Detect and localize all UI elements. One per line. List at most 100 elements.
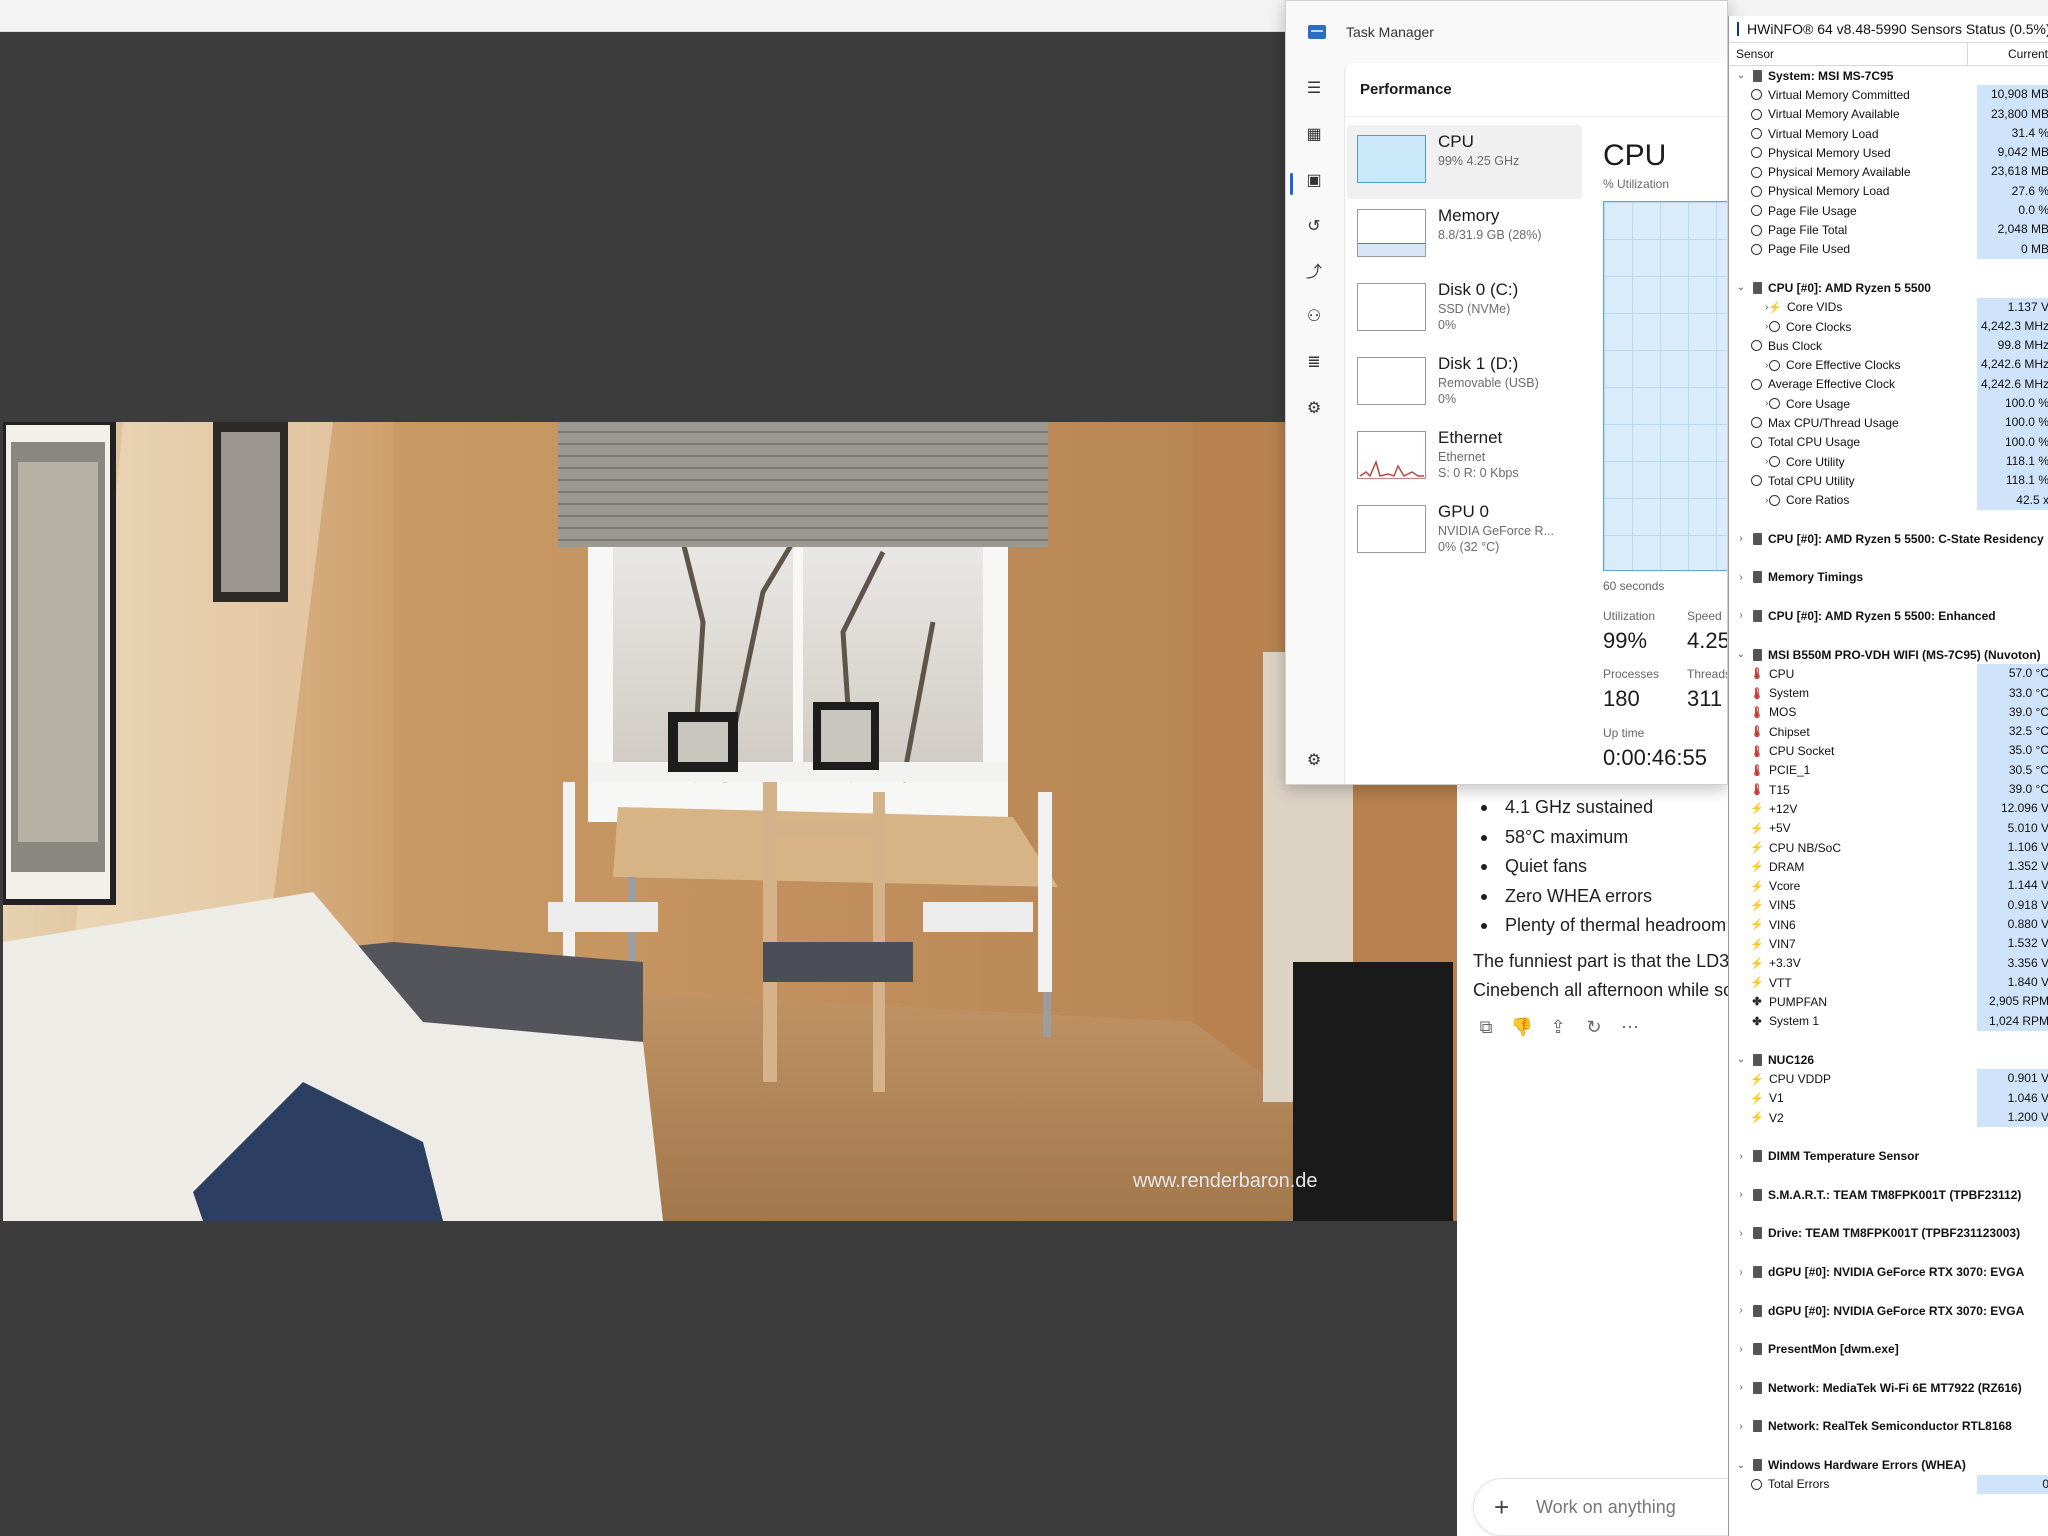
expand-chevron-icon[interactable]: › bbox=[1735, 1421, 1747, 1432]
sensor-row[interactable]: 🌡 CPU Socket 35.0 °C bbox=[1729, 741, 2048, 761]
expand-chevron-icon[interactable]: › bbox=[1735, 1305, 1747, 1316]
device-item-ethernet[interactable]: Ethernet Ethernet S: 0 R: 0 Kbps bbox=[1347, 421, 1582, 495]
sensor-row[interactable]: 🌡 System 33.0 °C bbox=[1729, 683, 2048, 703]
expand-chevron-icon[interactable]: › bbox=[1735, 1189, 1747, 1200]
expand-chevron-icon[interactable]: › bbox=[1735, 1228, 1747, 1239]
expand-chevron-icon[interactable]: › bbox=[1735, 1267, 1747, 1278]
sensor-row[interactable]: › Core Effective Clocks 4,242.6 MHz bbox=[1729, 355, 2048, 375]
sensor-row[interactable]: Virtual Memory Available 23,800 MB bbox=[1729, 104, 2048, 124]
sensor-row[interactable]: 🌡 MOS 39.0 °C bbox=[1729, 702, 2048, 723]
hwinfo-titlebar[interactable]: HWiNFO® 64 v8.48-5990 Sensors Status (0.… bbox=[1729, 16, 2048, 42]
sensor-list[interactable]: ⌄ System: MSI MS-7C95 Virtual Memory Commi… bbox=[1729, 66, 2048, 1494]
sensor-group[interactable]: › Network: MediaTek Wi-Fi 6E MT7922 (RZ61… bbox=[1729, 1378, 2048, 1397]
expand-chevron-icon[interactable]: › bbox=[1735, 1151, 1747, 1162]
sensor-row[interactable]: 🌡 T15 39.0 °C bbox=[1729, 779, 2048, 800]
sensor-row[interactable]: Total Errors0 bbox=[1729, 1474, 2048, 1494]
sensor-row[interactable]: Page File Total 2,048 MB bbox=[1729, 220, 2048, 240]
expand-chevron-icon[interactable]: › bbox=[1735, 1382, 1747, 1393]
expand-chevron-icon[interactable]: › bbox=[1747, 302, 1768, 313]
expand-chevron-icon[interactable]: › bbox=[1747, 360, 1768, 371]
collapse-chevron-icon[interactable]: ⌄ bbox=[1735, 282, 1747, 293]
sensor-group[interactable]: › CPU [#0]: AMD Ryzen 5 5500: C-State Res… bbox=[1729, 529, 2048, 548]
sensor-row[interactable]: Physical Memory Available 23,618 MB bbox=[1729, 162, 2048, 182]
device-item-disk1[interactable]: Disk 1 (D:) Removable (USB) 0% bbox=[1347, 347, 1582, 421]
sensor-group[interactable]: ⌄ CPU [#0]: AMD Ryzen 5 5500 bbox=[1729, 278, 2048, 297]
sensor-group[interactable]: › Network: RealTek Semiconductor RTL8168 bbox=[1729, 1417, 2048, 1436]
sensor-row[interactable]: Physical Memory Used 9,042 MB bbox=[1729, 143, 2048, 163]
thumbs-icon[interactable]: 👎 bbox=[1511, 1017, 1533, 1039]
sensor-group[interactable]: ⌄ System: MSI MS-7C95 bbox=[1729, 66, 2048, 85]
regenerate-icon[interactable]: ↻ bbox=[1583, 1017, 1605, 1039]
expand-chevron-icon[interactable]: › bbox=[1747, 321, 1768, 332]
processes-icon[interactable]: ▦ bbox=[1303, 123, 1325, 145]
performance-icon[interactable]: ▣ bbox=[1303, 169, 1325, 191]
sensor-row[interactable]: › Core Ratios 42.5 x bbox=[1729, 490, 2048, 510]
sensor-row[interactable]: ✤ System 1 1,024 RPM bbox=[1729, 1011, 2048, 1031]
sensor-row[interactable]: Total CPU Usage 100.0 % bbox=[1729, 432, 2048, 452]
collapse-chevron-icon[interactable]: ⌄ bbox=[1735, 1054, 1747, 1065]
copy-icon[interactable]: ⧉ bbox=[1475, 1017, 1497, 1039]
sensor-row[interactable]: ⚡ V1 1.046 V bbox=[1729, 1088, 2048, 1109]
expand-chevron-icon[interactable]: › bbox=[1735, 572, 1747, 583]
sensor-row[interactable]: Page File Usage 0.0 % bbox=[1729, 201, 2048, 221]
sensor-row[interactable]: Total CPU Utility 118.1 % bbox=[1729, 471, 2048, 491]
collapse-chevron-icon[interactable]: ⌄ bbox=[1735, 1460, 1747, 1471]
expand-chevron-icon[interactable]: › bbox=[1747, 456, 1768, 467]
sensor-row[interactable]: ⚡ VTT 1.840 V bbox=[1729, 972, 2048, 993]
device-item-disk0[interactable]: Disk 0 (C:) SSD (NVMe) 0% bbox=[1347, 273, 1582, 347]
sensor-row[interactable]: › Core Utility 118.1 % bbox=[1729, 451, 2048, 472]
expand-chevron-icon[interactable]: › bbox=[1735, 533, 1747, 544]
services-icon[interactable]: ⚙ bbox=[1303, 397, 1325, 419]
sensor-row[interactable]: ⚡ VIN5 0.918 V bbox=[1729, 895, 2048, 916]
sensor-group[interactable]: ⌄ MSI B550M PRO-VDH WIFI (MS-7C95) (Nuvot… bbox=[1729, 645, 2048, 664]
sensor-row[interactable]: 🌡 Chipset 32.5 °C bbox=[1729, 722, 2048, 742]
sensor-row[interactable]: ⚡ Vcore 1.144 V bbox=[1729, 876, 2048, 896]
users-icon[interactable]: ⚇ bbox=[1303, 305, 1325, 327]
hamburger-icon[interactable]: ☰ bbox=[1303, 77, 1325, 99]
sensor-row[interactable]: Physical Memory Load 27.6 % bbox=[1729, 181, 2048, 202]
sensor-row[interactable]: › Core Clocks 4,242.3 MHz bbox=[1729, 316, 2048, 337]
more-icon[interactable]: ⋯ bbox=[1619, 1017, 1641, 1039]
sensor-row[interactable]: ⚡ VIN7 1.532 V bbox=[1729, 934, 2048, 954]
device-item-gpu0[interactable]: GPU 0 NVIDIA GeForce R... 0% (32 °C) bbox=[1347, 495, 1582, 569]
sensor-group[interactable]: › PresentMon [dwm.exe] bbox=[1729, 1340, 2048, 1359]
sensor-group[interactable]: ⌄ Windows Hardware Errors (WHEA) bbox=[1729, 1455, 2048, 1474]
expand-chevron-icon[interactable]: › bbox=[1735, 1344, 1747, 1355]
sensor-row[interactable]: Average Effective Clock 4,242.6 MHz bbox=[1729, 374, 2048, 395]
column-header-current[interactable]: Current bbox=[1968, 47, 2048, 61]
sensor-group[interactable]: › Drive: TEAM TM8FPK001T (TPBF231123003) bbox=[1729, 1224, 2048, 1243]
sensor-group[interactable]: › CPU [#0]: AMD Ryzen 5 5500: Enhanced bbox=[1729, 606, 2048, 625]
device-item-memory[interactable]: Memory 8.8/31.9 GB (28%) bbox=[1347, 199, 1582, 273]
sensor-row[interactable]: 🌡 PCIE_1 30.5 °C bbox=[1729, 760, 2048, 780]
sensor-row[interactable]: Virtual Memory Committed 10,908 MB bbox=[1729, 85, 2048, 105]
startup-icon[interactable]: ⤴ bbox=[1303, 259, 1325, 281]
share-icon[interactable]: ⇪ bbox=[1547, 1017, 1569, 1039]
details-icon[interactable]: ≣ bbox=[1303, 351, 1325, 373]
sensor-row[interactable]: ⚡ +3.3V 3.356 V bbox=[1729, 953, 2048, 973]
task-manager-titlebar[interactable]: Task Manager bbox=[1286, 1, 1727, 63]
expand-chevron-icon[interactable]: › bbox=[1735, 610, 1747, 621]
sensor-row[interactable]: ⚡ DRAM 1.352 V bbox=[1729, 857, 2048, 877]
collapse-chevron-icon[interactable]: ⌄ bbox=[1735, 70, 1747, 81]
app-history-icon[interactable]: ↺ bbox=[1303, 215, 1325, 237]
sensor-row[interactable]: ⚡ +5V 5.010 V bbox=[1729, 818, 2048, 838]
sensor-group[interactable]: ⌄ NUC126 bbox=[1729, 1050, 2048, 1069]
sensor-row[interactable]: ⚡ VIN6 0.880 V bbox=[1729, 915, 2048, 935]
sensor-group[interactable]: › dGPU [#0]: NVIDIA GeForce RTX 3070: EVG… bbox=[1729, 1301, 2048, 1320]
sensor-row[interactable]: ⚡ CPU VDDP 0.901 V bbox=[1729, 1069, 2048, 1089]
sensor-row[interactable]: › Core Usage 100.0 % bbox=[1729, 394, 2048, 414]
sensor-group[interactable]: › DIMM Temperature Sensor bbox=[1729, 1147, 2048, 1166]
sensor-row[interactable]: ⚡ CPU NB/SoC 1.106 V bbox=[1729, 837, 2048, 858]
sensor-group[interactable]: › S.M.A.R.T.: TEAM TM8FPK001T (TPBF23112) bbox=[1729, 1185, 2048, 1204]
sensor-row[interactable]: ✤ PUMPFAN 2,905 RPM bbox=[1729, 992, 2048, 1012]
collapse-chevron-icon[interactable]: ⌄ bbox=[1735, 649, 1747, 660]
settings-icon[interactable]: ⚙ bbox=[1303, 749, 1325, 771]
expand-chevron-icon[interactable]: › bbox=[1747, 495, 1768, 506]
sensor-row[interactable]: Bus Clock 99.8 MHz bbox=[1729, 336, 2048, 356]
sensor-row[interactable]: Max CPU/Thread Usage 100.0 % bbox=[1729, 413, 2048, 433]
expand-chevron-icon[interactable]: › bbox=[1747, 398, 1768, 409]
sensor-row[interactable]: Virtual Memory Load 31.4 % bbox=[1729, 123, 2048, 144]
sensor-row[interactable]: Page File Used 0 MB bbox=[1729, 239, 2048, 259]
sensor-group[interactable]: › dGPU [#0]: NVIDIA GeForce RTX 3070: EVG… bbox=[1729, 1262, 2048, 1281]
column-header-sensor[interactable]: Sensor bbox=[1729, 43, 1968, 65]
